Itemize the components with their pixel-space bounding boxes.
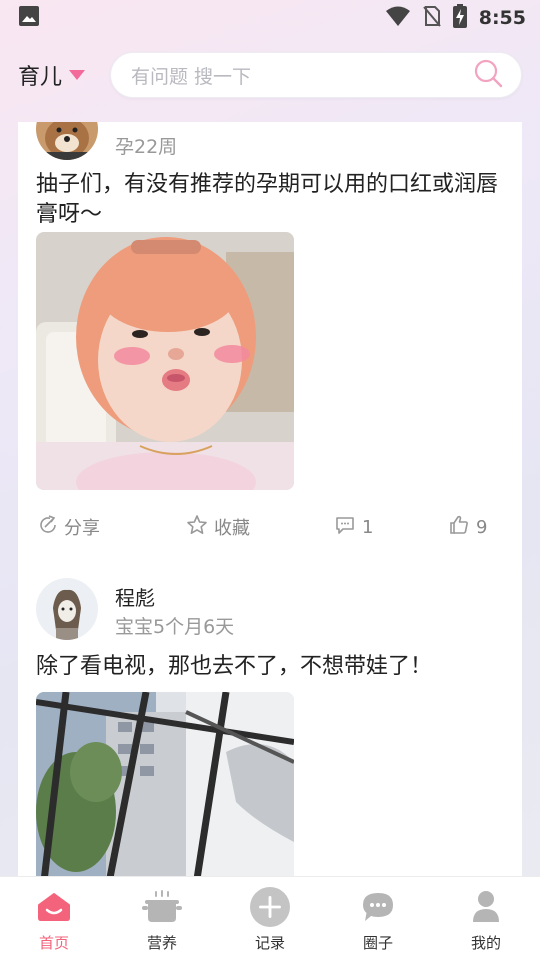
wifi-icon [385, 5, 411, 31]
header: 育儿 有问题 搜一下 [0, 50, 540, 100]
search-placeholder: 有问题 搜一下 [131, 65, 252, 88]
search-input[interactable]: 有问题 搜一下 [110, 52, 522, 98]
battery-charging-icon [452, 4, 467, 32]
section-switcher[interactable]: 育儿 [18, 59, 110, 91]
section-label: 育儿 [18, 65, 63, 90]
tab-label: 营养 [146, 934, 177, 952]
share-icon [38, 514, 58, 540]
post-text[interactable]: 除了看电视，那也去不了，不想带娃了！ [36, 652, 506, 682]
post-author: 孕22周 [36, 122, 496, 162]
share-label: 分享 [64, 518, 100, 539]
post-photo[interactable] [36, 692, 294, 876]
post-feed[interactable]: 孕22周 抽子们，有没有推荐的孕期可以用的口红或润唇膏呀～ 分享 收藏 1 9 … [18, 122, 522, 876]
home-icon [34, 887, 74, 927]
tab-label: 首页 [38, 934, 69, 952]
tab-home[interactable]: 首页 [0, 877, 108, 960]
author-name[interactable]: 程彪 [115, 582, 155, 611]
star-icon [186, 514, 208, 541]
comment-count: 1 [362, 516, 374, 538]
avatar[interactable] [36, 122, 98, 160]
user-icon [466, 887, 506, 927]
post-photo[interactable] [36, 232, 294, 490]
no-sim-icon [422, 5, 441, 31]
favorite-button[interactable]: 收藏 [186, 510, 250, 544]
status-time: 8:55 [478, 7, 526, 29]
gallery-notification-icon [18, 5, 40, 31]
like-count: 9 [476, 516, 488, 538]
post-author: 程彪 宝宝5个月6天 [36, 578, 496, 642]
status-bar: 8:55 [0, 0, 540, 36]
thumbs-up-icon [448, 514, 470, 541]
comment-icon [334, 514, 356, 541]
search-icon[interactable] [473, 58, 503, 92]
tab-label: 我的 [470, 934, 501, 952]
bottom-tab-bar: 首页 营养 记录 圈子 我的 [0, 876, 540, 960]
tab-record[interactable]: 记录 [216, 877, 324, 960]
plus-icon [250, 887, 290, 927]
chat-bubble-icon [358, 887, 398, 927]
author-meta: 宝宝5个月6天 [115, 616, 235, 638]
tab-circle[interactable]: 圈子 [324, 877, 432, 960]
like-button[interactable]: 9 [448, 510, 487, 544]
tab-profile[interactable]: 我的 [432, 877, 540, 960]
tab-label: 圈子 [362, 934, 393, 952]
avatar[interactable] [36, 578, 98, 640]
tab-label: 记录 [254, 934, 285, 952]
caret-down-icon [68, 66, 86, 85]
comment-button[interactable]: 1 [334, 510, 373, 544]
favorite-label: 收藏 [214, 518, 250, 539]
tab-nutrition[interactable]: 营养 [108, 877, 216, 960]
pot-icon [142, 887, 182, 927]
post-text[interactable]: 抽子们，有没有推荐的孕期可以用的口红或润唇膏呀～ [36, 170, 506, 230]
post-actions: 分享 收藏 1 9 [18, 510, 522, 544]
share-button[interactable]: 分享 [38, 510, 100, 544]
author-meta: 孕22周 [115, 136, 178, 158]
